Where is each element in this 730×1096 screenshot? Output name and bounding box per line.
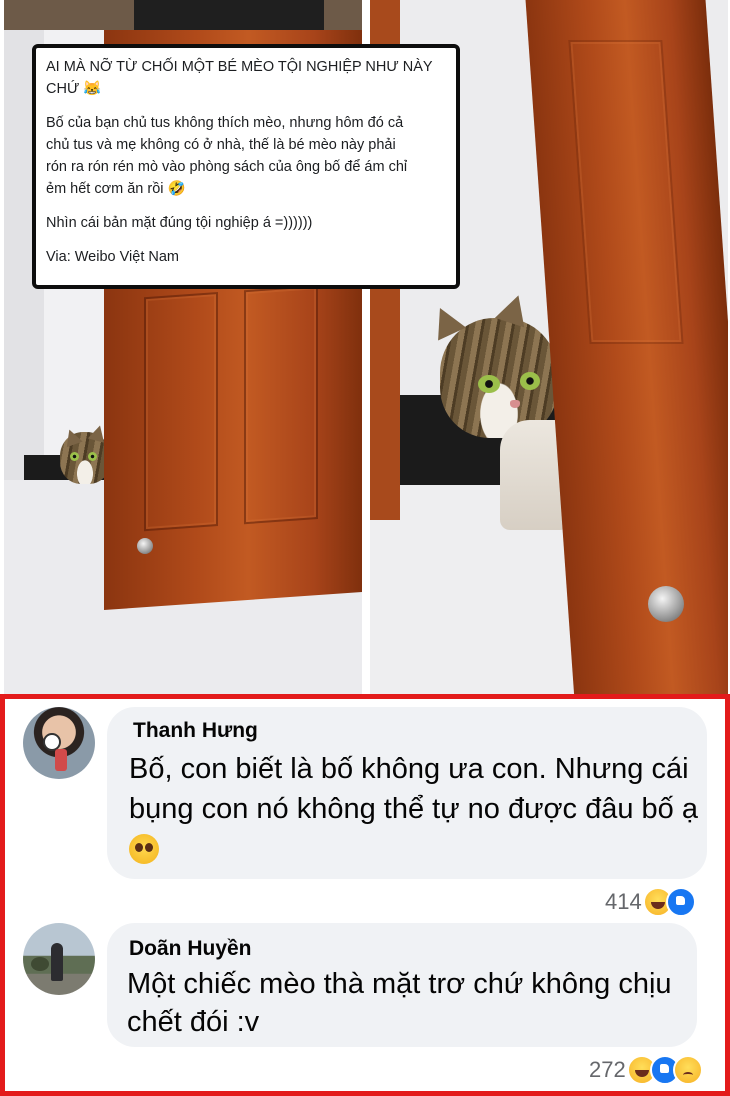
post-body-line: chủ tus và mẹ không có ở nhà, thế là bé … bbox=[46, 137, 396, 153]
comment-author[interactable]: Thanh Hưng bbox=[133, 719, 258, 743]
comment-reactions[interactable]: 272 bbox=[589, 1055, 703, 1085]
sad-icon bbox=[672, 1055, 703, 1085]
comment-bubble[interactable]: Doãn Huyền Một chiếc mèo thà mặt trơ chứ… bbox=[107, 923, 697, 1047]
comment-text: Bố, con biết là bố không ưa con. Nhưng c… bbox=[129, 749, 699, 869]
avatar-thanh-hung[interactable] bbox=[23, 707, 95, 779]
comment-text-line: Một chiếc mèo thà mặt trơ chứ không chịu bbox=[127, 968, 672, 1000]
photo-collage: AI MÀ NỠ TỪ CHỐI MỘT BÉ MÈO TỘI NGHIỆP N… bbox=[0, 0, 730, 694]
reaction-count: 414 bbox=[605, 889, 642, 914]
post-body-line: Bố của bạn chủ tus không thích mèo, nhưn… bbox=[46, 115, 404, 131]
post-source: Via: Weibo Việt Nam bbox=[46, 249, 179, 265]
door-knob-left bbox=[137, 538, 153, 554]
comment-bubble[interactable]: Thanh Hưng Bố, con biết là bố không ưa c… bbox=[107, 707, 707, 879]
comment-reactions[interactable]: 414 bbox=[605, 887, 696, 917]
post-body: Bố của bạn chủ tus không thích mèo, nhưn… bbox=[46, 112, 446, 200]
post-caption-box: AI MÀ NỠ TỪ CHỐI MỘT BÉ MÈO TỘI NGHIỆP N… bbox=[32, 44, 460, 289]
comment-text-line: Bố, con biết là bố không ưa con. Nhưng c… bbox=[129, 753, 689, 785]
door-knob-right bbox=[648, 586, 684, 622]
post-title-line: AI MÀ NỠ TỪ CHỐI MỘT BÉ MÈO TỘI NGHIỆP N… bbox=[46, 59, 433, 75]
pleading-face-icon bbox=[129, 834, 159, 864]
post-comment-line: Nhìn cái bản mặt đúng tội nghiệp á =))))… bbox=[46, 215, 313, 231]
comment-text-line: bụng con nó không thể tự no được đâu bố … bbox=[129, 793, 698, 825]
like-icon bbox=[665, 887, 696, 917]
comments-highlight: Thanh Hưng Bố, con biết là bố không ưa c… bbox=[0, 694, 730, 1096]
comment-author[interactable]: Doãn Huyền bbox=[129, 937, 252, 961]
post-body-line: rón ra rón rén mò vào phòng sách của ông… bbox=[46, 159, 408, 175]
post-title: AI MÀ NỠ TỪ CHỐI MỘT BÉ MÈO TỘI NGHIỆP N… bbox=[46, 56, 446, 100]
avatar-doan-huyen[interactable] bbox=[23, 923, 95, 995]
post-body-line: ẻm hết cơm ăn rồi 🤣 bbox=[46, 181, 186, 197]
post-title-line: CHỨ 😹 bbox=[46, 81, 102, 97]
comment-text: Một chiếc mèo thà mặt trơ chứ không chịu… bbox=[127, 965, 687, 1041]
reaction-count: 272 bbox=[589, 1057, 626, 1082]
comment-text-line: chết đói :v bbox=[127, 1006, 260, 1038]
